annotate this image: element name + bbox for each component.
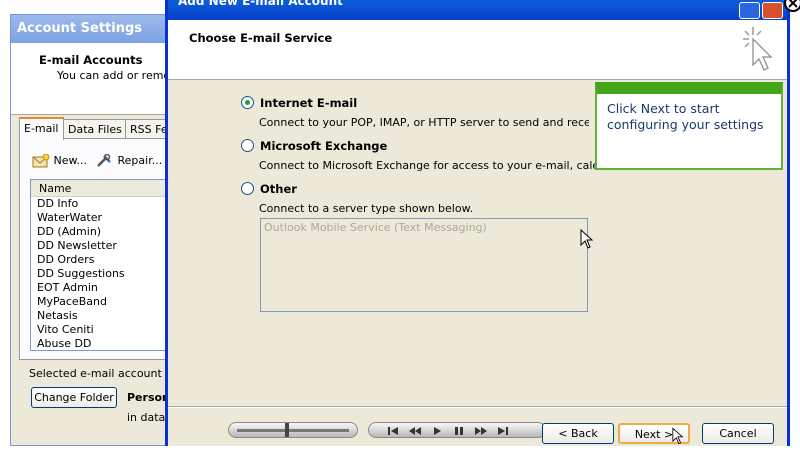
email-accounts-heading: E-mail Accounts	[39, 53, 143, 67]
repair-account-label: Repair...	[117, 154, 163, 167]
wizard-header: Choose E-mail Service	[168, 20, 787, 80]
change-folder-button[interactable]: Change Folder	[31, 387, 117, 408]
exchange-label: Microsoft Exchange	[260, 139, 388, 153]
outlook-mobile-service-item: Outlook Mobile Service (Text Messaging)	[264, 221, 487, 234]
tab-email[interactable]: E-mail	[19, 117, 64, 140]
new-account-label: New...	[53, 154, 87, 167]
rewind-icon[interactable]	[407, 425, 423, 437]
internet-email-label: Internet E-mail	[260, 96, 358, 110]
footer-separator	[168, 406, 787, 408]
wizard-sparkle-icon	[743, 27, 773, 71]
other-option[interactable]: Other	[241, 182, 297, 196]
fast-forward-icon[interactable]	[473, 425, 489, 437]
email-tab-panel: New... Repair... Name DD Info WaterWater D…	[19, 138, 190, 360]
exchange-radio[interactable]	[241, 139, 254, 152]
internet-email-radio[interactable]	[241, 96, 254, 109]
wizard-titlebar: Add New E-mail Account	[168, 0, 787, 20]
callout-text: Click Next to start configuring your set…	[607, 101, 764, 132]
exchange-description: Connect to Microsoft Exchange for access…	[259, 159, 629, 172]
back-button[interactable]: < Back	[542, 423, 614, 444]
skip-forward-icon[interactable]	[495, 425, 511, 437]
media-player-controls	[228, 421, 546, 439]
close-icon[interactable]	[784, 0, 800, 12]
choose-service-title: Choose E-mail Service	[189, 31, 333, 45]
screen: Account Settings E-mail Accounts You can…	[0, 0, 800, 458]
pause-icon[interactable]	[451, 425, 467, 437]
internet-email-description: Connect to your POP, IMAP, or HTTP serve…	[259, 116, 589, 129]
mouse-cursor-next	[672, 427, 684, 445]
internet-email-option[interactable]: Internet E-mail	[241, 96, 357, 110]
account-settings-window: Account Settings E-mail Accounts You can…	[10, 14, 192, 446]
personal-folders-label: Person	[127, 391, 170, 404]
account-settings-title: Account Settings	[11, 15, 169, 43]
other-radio[interactable]	[241, 182, 254, 195]
cancel-button[interactable]: Cancel	[702, 423, 774, 444]
play-icon[interactable]	[429, 425, 445, 437]
other-services-list[interactable]: Outlook Mobile Service (Text Messaging)	[260, 218, 588, 312]
wizard-body: Choose E-mail Service Internet E-mail Co…	[168, 20, 787, 446]
wizard-title: Add New E-mail Account	[178, 0, 343, 8]
seek-thumb[interactable]	[285, 423, 289, 437]
new-account-button[interactable]: New...	[32, 153, 87, 168]
skip-back-icon[interactable]	[385, 425, 401, 437]
seek-bar[interactable]	[228, 422, 358, 438]
repair-icon	[97, 153, 111, 167]
other-description: Connect to a server type shown below.	[259, 202, 474, 215]
close-button[interactable]	[762, 2, 783, 19]
other-label: Other	[260, 182, 297, 196]
playback-controls	[368, 422, 546, 438]
exchange-option[interactable]: Microsoft Exchange	[241, 139, 387, 153]
callout-tip: Click Next to start configuring your set…	[595, 82, 783, 170]
tab-data-files[interactable]: Data Files	[63, 119, 127, 139]
maximize-button[interactable]	[739, 2, 760, 19]
add-account-wizard: Add New E-mail Account Choose E-mail Ser…	[165, 0, 790, 446]
new-mail-icon	[32, 153, 50, 168]
repair-account-button[interactable]: Repair...	[96, 153, 163, 168]
account-settings-header: E-mail Accounts You can add or remove	[11, 43, 183, 115]
mouse-cursor	[580, 229, 594, 249]
